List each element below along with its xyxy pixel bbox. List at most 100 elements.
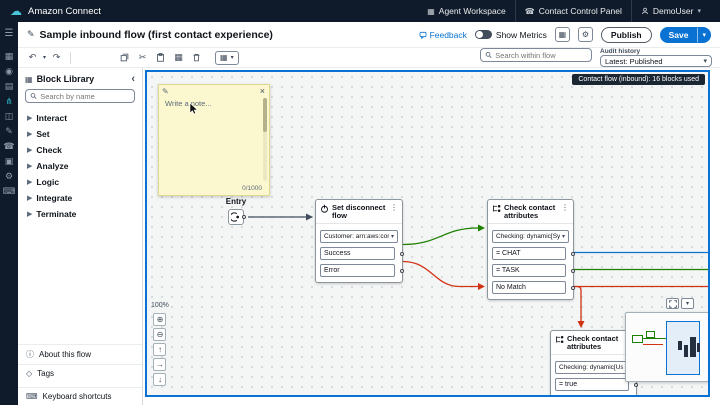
section-integrate[interactable]: ▶Integrate	[18, 190, 142, 206]
agent-workspace-link[interactable]: ▦ Agent Workspace	[418, 0, 515, 22]
true-port[interactable]	[634, 383, 638, 387]
section-check[interactable]: ▶Check	[18, 142, 142, 158]
note-scrollbar-thumb[interactable]	[263, 98, 267, 132]
section-label: Logic	[36, 177, 59, 187]
arrange-caret-icon: ▾	[231, 54, 234, 61]
keyboard-icon[interactable]: ⌨	[0, 184, 18, 199]
entry-output-port[interactable]	[242, 215, 246, 219]
cut-button[interactable]: ✂	[136, 51, 149, 65]
library-search-input[interactable]	[40, 92, 130, 101]
zoom-out-button[interactable]: ⊖	[153, 328, 166, 341]
audit-history-select[interactable]: Latest: Published ▾	[600, 55, 712, 67]
flow-settings-button[interactable]: ⚙	[578, 27, 593, 42]
home-icon[interactable]: ▦	[0, 49, 18, 64]
user-menu[interactable]: DemoUser ▾	[631, 0, 710, 22]
show-metrics-toggle[interactable]	[475, 30, 492, 39]
chevron-down-icon: ▾	[703, 57, 707, 65]
block-set-disconnect-flow[interactable]: Set disconnect flow ⋮ Customer: arn:aws:…	[315, 199, 403, 283]
output-label: = TASK	[496, 267, 520, 274]
output-error[interactable]: Error	[320, 264, 395, 277]
layout-view-button[interactable]: ▦	[555, 27, 570, 42]
channels-phone-icon[interactable]: ☎	[0, 139, 18, 154]
block-parameter-select[interactable]: Checking: dynamic[Syste... ▾	[492, 230, 569, 243]
audit-history-label: Audit history	[600, 48, 712, 55]
show-metrics-label: Show Metrics	[496, 30, 547, 40]
block-check-contact-attributes-2[interactable]: Check contact attributes ⋮ Checking: dyn…	[550, 330, 637, 397]
output-no-match[interactable]: No Match	[492, 281, 566, 294]
section-analyze[interactable]: ▶Analyze	[18, 158, 142, 174]
minimap[interactable]	[625, 312, 709, 382]
collapse-panel-icon[interactable]: ‹	[131, 75, 135, 83]
minimap-collapse-button[interactable]: ▾	[681, 298, 694, 309]
save-menu-caret-button[interactable]: ▾	[697, 27, 711, 43]
zoom-controls: 100% ⊕ ⊖ ↑ → ↓	[151, 302, 169, 386]
output-task[interactable]: = TASK	[492, 264, 566, 277]
flow-search-input[interactable]	[495, 51, 587, 60]
keyboard-shortcuts-link[interactable]: ⌨Keyboard shortcuts	[18, 387, 142, 405]
block-menu-icon[interactable]: ⋮	[390, 204, 398, 212]
output-chat[interactable]: = CHAT	[492, 247, 566, 260]
block-parameter-value: Checking: dynamic[User d...	[559, 364, 623, 371]
chat-port[interactable]	[571, 252, 575, 256]
pan-down-button[interactable]: ↓	[153, 373, 166, 386]
delete-button[interactable]	[190, 51, 203, 65]
block-parameter-value: Customer: arn:aws:connec...	[324, 233, 389, 240]
success-port[interactable]	[400, 252, 404, 256]
section-label: Interact	[36, 113, 67, 123]
zoom-in-button[interactable]: ⊕	[153, 313, 166, 326]
section-logic[interactable]: ▶Logic	[18, 174, 142, 190]
section-label: Check	[36, 145, 62, 155]
flows-icon[interactable]: ⋔	[0, 94, 18, 109]
contacts-icon[interactable]: ◉	[0, 64, 18, 79]
flow-canvas[interactable]: Contact flow (inbound): 16 blocks used ✎…	[145, 70, 710, 397]
block-parameter-select[interactable]: Checking: dynamic[User d... ▾	[555, 361, 632, 374]
settings-gear-icon[interactable]: ⚙	[0, 169, 18, 184]
menu-icon[interactable]: ☰	[0, 26, 18, 41]
close-icon[interactable]: ×	[260, 86, 265, 96]
calendar-icon[interactable]: ▣	[0, 154, 18, 169]
contact-control-panel-link[interactable]: ☎ Contact Control Panel	[515, 0, 631, 22]
undo-caret-icon[interactable]: ▾	[43, 54, 46, 61]
edit-title-icon[interactable]: ✎	[27, 29, 35, 40]
publish-button[interactable]: Publish	[601, 27, 652, 43]
reports-icon[interactable]: ▤	[0, 79, 18, 94]
redo-button[interactable]: ↷	[50, 51, 63, 65]
block-menu-icon[interactable]: ⋮	[561, 204, 569, 212]
feedback-link[interactable]: Feedback	[419, 30, 467, 40]
brand-title: Amazon Connect	[28, 6, 101, 17]
clipboard-icon	[156, 53, 165, 62]
check-attributes-icon	[555, 335, 564, 344]
fit-to-view-button[interactable]	[666, 298, 679, 309]
output-success[interactable]: Success	[320, 247, 395, 260]
error-port[interactable]	[400, 269, 404, 273]
pan-up-button[interactable]: ↑	[153, 343, 166, 356]
tags-link[interactable]: ◇Tags	[18, 364, 142, 382]
sticky-note[interactable]: ✎ × Write a note... 0/1000	[158, 84, 270, 196]
section-terminate[interactable]: ▶Terminate	[18, 206, 142, 222]
about-this-flow-link[interactable]: ⓘAbout this flow	[18, 344, 142, 364]
feedback-bubble-icon	[419, 31, 427, 39]
paste-button[interactable]	[154, 51, 167, 65]
save-button[interactable]: Save	[660, 27, 698, 43]
no-match-port[interactable]	[571, 286, 575, 290]
section-interact[interactable]: ▶Interact	[18, 110, 142, 126]
expand-icon	[669, 300, 677, 308]
agent-workspace-label: Agent Workspace	[439, 6, 506, 16]
chevron-down-icon: ▾	[391, 233, 394, 240]
users-icon[interactable]: ◫	[0, 109, 18, 124]
output-true[interactable]: = true	[555, 378, 629, 391]
edit-icon[interactable]: ✎	[0, 124, 18, 139]
minimap-block	[684, 345, 688, 357]
undo-button[interactable]: ↶	[26, 51, 39, 65]
minimap-block	[697, 343, 700, 352]
copy-button[interactable]	[118, 51, 131, 65]
arrange-dropdown[interactable]: ▦ ▾	[215, 51, 239, 65]
snap-grid-button[interactable]: ▦	[172, 51, 185, 65]
section-set[interactable]: ▶Set	[18, 126, 142, 142]
footer-label: Keyboard shortcuts	[43, 392, 112, 401]
block-parameter-select[interactable]: Customer: arn:aws:connec... ▾	[320, 230, 398, 243]
pan-right-button[interactable]: →	[153, 358, 166, 371]
block-check-contact-attributes-1[interactable]: Check contact attributes ⋮ Checking: dyn…	[487, 199, 574, 300]
aws-connect-logo-icon[interactable]: ☁	[10, 5, 22, 17]
task-port[interactable]	[571, 269, 575, 273]
